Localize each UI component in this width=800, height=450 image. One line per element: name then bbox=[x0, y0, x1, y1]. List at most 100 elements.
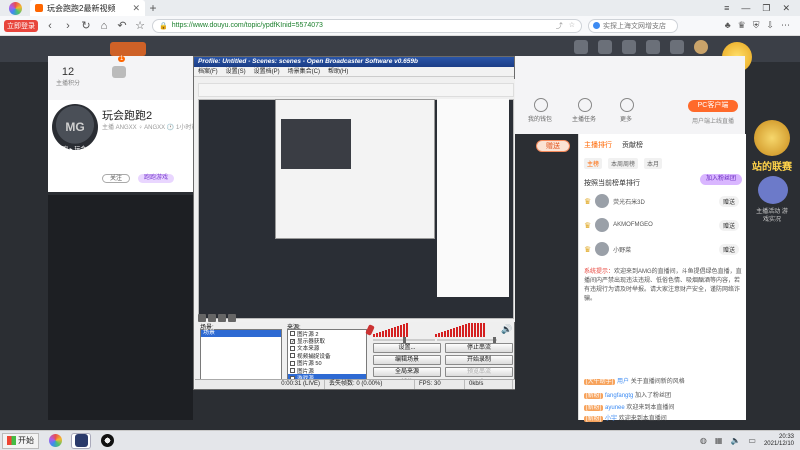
more-icon[interactable]: ⋯ bbox=[781, 20, 790, 31]
menu-settings[interactable]: 设置(S) bbox=[226, 67, 246, 76]
back-icon[interactable]: ‹ bbox=[44, 20, 56, 32]
clock[interactable]: 20:33 2021/12/10 bbox=[764, 434, 794, 448]
home-icon[interactable]: ⌂ bbox=[98, 20, 110, 32]
maximize-icon[interactable]: ❐ bbox=[762, 3, 770, 14]
menu-help[interactable]: 帮助(H) bbox=[328, 67, 348, 76]
tray-app-icon[interactable]: ◍ bbox=[700, 436, 707, 445]
follow-icon[interactable] bbox=[574, 40, 588, 54]
history-icon[interactable] bbox=[598, 40, 612, 54]
score-label: 主播积分 bbox=[55, 81, 80, 87]
subtab-month[interactable]: 本月 bbox=[644, 158, 663, 169]
scenes-list[interactable]: 场景 bbox=[200, 329, 282, 383]
pc-client-button[interactable]: PC客户端 bbox=[688, 100, 738, 112]
bell-icon[interactable] bbox=[112, 66, 126, 78]
rank-row[interactable]: ♛ 小野菜 赠送 bbox=[584, 238, 739, 260]
message-user[interactable]: fangfangtg bbox=[605, 393, 633, 399]
more-tools-icon[interactable] bbox=[620, 98, 634, 112]
obs-window[interactable]: Profile: Untitled - Scenes: scenes - Ope… bbox=[193, 56, 515, 390]
bookmark-icon[interactable]: ☆ bbox=[134, 19, 146, 32]
tab-rank[interactable]: 主播排行 bbox=[584, 140, 612, 150]
network-icon[interactable]: ▦ bbox=[715, 436, 723, 445]
speaker-icon[interactable]: 🔊 bbox=[501, 325, 512, 334]
taskbar-browser[interactable] bbox=[45, 433, 65, 449]
download-app-icon[interactable] bbox=[646, 40, 660, 54]
rank-action[interactable]: 赠送 bbox=[718, 243, 739, 255]
taskbar-obs[interactable] bbox=[97, 433, 117, 449]
menu-scene-collection[interactable]: 场景集合(C) bbox=[288, 67, 320, 76]
download-icon[interactable]: ⇩ bbox=[766, 20, 774, 31]
source-checkbox[interactable]: ✓ bbox=[290, 338, 295, 344]
edit-scene-button[interactable]: 编辑场景 bbox=[373, 355, 441, 365]
promo-sidebar[interactable]: 站的联赛 主播活动 游戏实况 bbox=[750, 112, 794, 223]
rank-row[interactable]: ♛ AKMOFMGEO 赠送 bbox=[584, 214, 739, 236]
shield-icon[interactable]: ⛨ bbox=[753, 20, 760, 31]
settings-button[interactable]: 设置... bbox=[373, 343, 441, 353]
taskbar-obs-app[interactable] bbox=[71, 432, 91, 449]
share-icon[interactable]: ⤴ bbox=[556, 21, 563, 31]
score-stat[interactable]: 12 主播积分 bbox=[50, 66, 86, 87]
message-user[interactable]: 用户 bbox=[617, 379, 629, 385]
mic-volume-slider[interactable] bbox=[373, 337, 435, 343]
url-bar[interactable]: 🔒 https://www.douyu.com/topic/ypdfKInid=… bbox=[152, 18, 582, 33]
forward-icon[interactable]: › bbox=[62, 20, 74, 32]
minimize-icon[interactable]: — bbox=[741, 3, 750, 14]
subtab-week[interactable]: 本周周榜 bbox=[608, 158, 639, 169]
menu-icon[interactable]: ≡ bbox=[724, 3, 729, 14]
douyu-logo[interactable] bbox=[110, 42, 146, 56]
live-icon[interactable] bbox=[670, 40, 684, 54]
sources-list[interactable]: 图片源 2 ✓显示器获取 文本来源 视频捕捉设备 图片源 50 图片源 ✓游戏源 bbox=[287, 329, 367, 383]
message-tag: [新粉] bbox=[584, 416, 604, 422]
gift-button[interactable]: 赠送 bbox=[536, 140, 570, 152]
preview-browser-toolbar bbox=[198, 83, 514, 97]
source-checkbox[interactable] bbox=[290, 368, 295, 374]
message-user[interactable]: ayunee bbox=[605, 405, 625, 411]
menu-profiles[interactable]: 设置档(P) bbox=[254, 67, 280, 76]
global-sources-button[interactable]: 全局来源 bbox=[373, 367, 441, 377]
source-checkbox[interactable] bbox=[290, 331, 295, 337]
volume-icon[interactable]: 🔈 bbox=[730, 436, 740, 445]
rank-action[interactable]: 赠送 bbox=[718, 195, 739, 207]
stop-stream-button[interactable]: 停止串流 bbox=[445, 343, 513, 353]
message-user[interactable]: 小宇 bbox=[605, 416, 617, 422]
tab-contribution[interactable]: 贡献榜 bbox=[622, 140, 643, 150]
join-fanclub-button[interactable]: 加入粉丝团 bbox=[700, 174, 742, 185]
user-avatar[interactable] bbox=[694, 40, 708, 54]
window-controls: ≡ — ❐ ✕ bbox=[724, 3, 800, 14]
browser-tab[interactable]: 玩会跑跑2最新视频 ✕ bbox=[30, 0, 145, 16]
message-text: 欢迎来到本直播间 bbox=[626, 405, 675, 411]
extension-icon[interactable]: ♣ bbox=[725, 20, 731, 31]
tab-close-icon[interactable]: ✕ bbox=[132, 3, 140, 14]
close-icon[interactable]: ✕ bbox=[782, 3, 790, 14]
start-record-button[interactable]: 开始录制 bbox=[445, 355, 513, 365]
rank-action[interactable]: 赠送 bbox=[718, 219, 739, 231]
scene-item[interactable]: 场景 bbox=[201, 330, 281, 337]
star-icon[interactable]: ☆ bbox=[569, 21, 575, 31]
preview-stream-button: 预览串流 bbox=[445, 367, 513, 377]
battery-icon[interactable]: ▭ bbox=[748, 436, 756, 445]
preview-taskbar bbox=[198, 314, 238, 322]
wallet-icon[interactable] bbox=[534, 98, 548, 112]
source-checkbox[interactable] bbox=[290, 353, 295, 359]
category-tag[interactable]: 跑跑游戏 bbox=[138, 174, 174, 183]
source-checkbox[interactable] bbox=[290, 345, 295, 351]
new-tab-button[interactable]: + bbox=[145, 1, 161, 15]
source-checkbox[interactable] bbox=[290, 360, 295, 366]
subtab-main[interactable]: 主榜 bbox=[584, 158, 603, 169]
undo-icon[interactable]: ↶ bbox=[116, 19, 128, 32]
message-icon[interactable] bbox=[622, 40, 636, 54]
browser-logo[interactable] bbox=[0, 0, 30, 16]
reload-icon[interactable]: ↻ bbox=[80, 19, 92, 32]
obs-title[interactable]: Profile: Untitled - Scenes: scenes - Ope… bbox=[194, 57, 514, 67]
video-area[interactable] bbox=[48, 195, 193, 420]
task-icon[interactable] bbox=[578, 98, 592, 112]
promo-caption: 站的联赛 bbox=[752, 162, 792, 173]
rank-row[interactable]: ♛ 荧光石米3D 赠送 bbox=[584, 190, 739, 212]
start-button[interactable]: 开始 bbox=[2, 432, 39, 449]
login-badge[interactable]: 立即登录 bbox=[4, 19, 38, 32]
search-box[interactable]: 实探上海文网增支店 bbox=[588, 18, 678, 33]
game-icon[interactable]: ♛ bbox=[738, 20, 746, 31]
desktop-volume-slider[interactable] bbox=[437, 337, 497, 343]
menu-file[interactable]: 档案(F) bbox=[198, 67, 218, 76]
follow-button[interactable]: 关注 bbox=[102, 174, 130, 183]
search-input[interactable]: 实探上海文网增支店 bbox=[603, 21, 666, 31]
